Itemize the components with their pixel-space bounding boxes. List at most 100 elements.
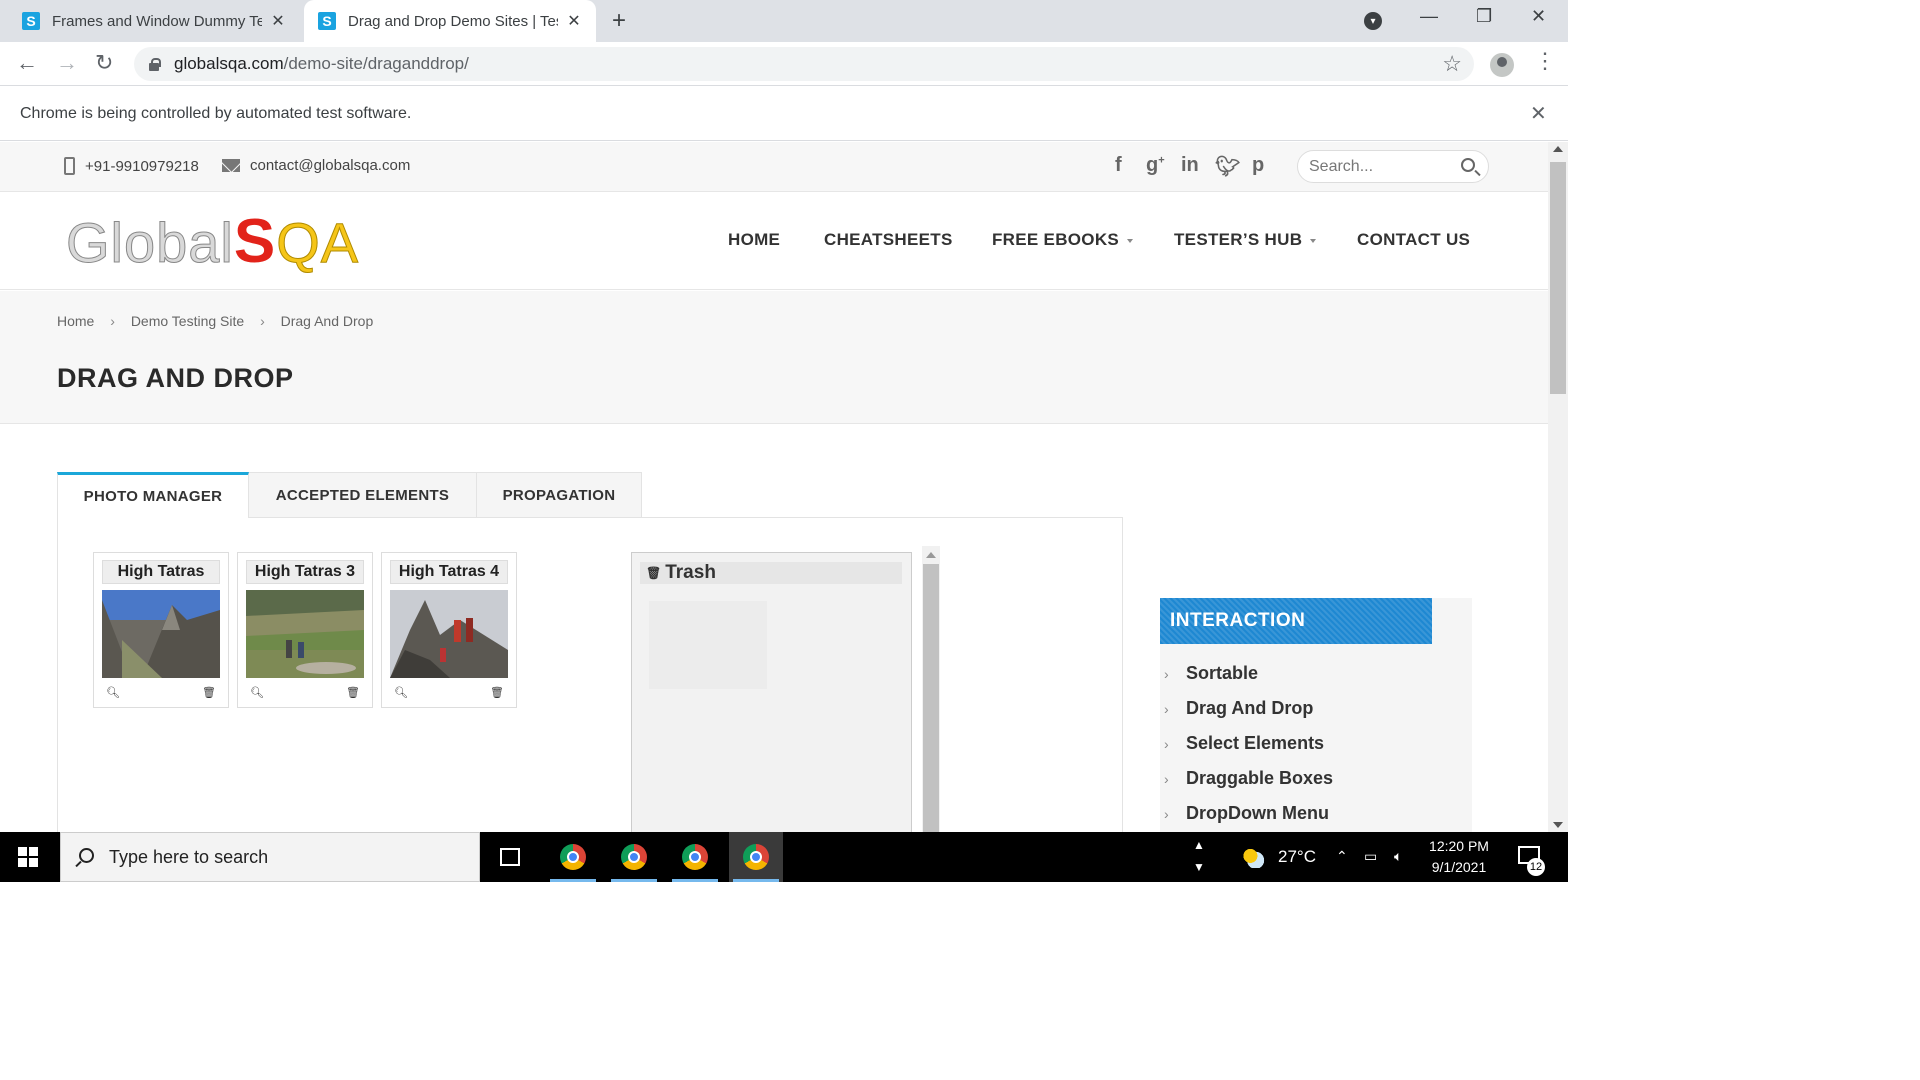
nav-free-ebooks-label: FREE EBOOKS [992, 230, 1120, 249]
address-bar[interactable]: globalsqa.com /demo-site/draganddrop/ ☆ [134, 47, 1474, 81]
tab-accepted-elements[interactable]: ACCEPTED ELEMENTS [248, 472, 477, 517]
back-arrow-icon[interactable]: ← [16, 50, 38, 76]
phone-number: +91-9910979218 [85, 157, 199, 175]
widget-item-select-elements[interactable]: › Select Elements [1160, 726, 1333, 761]
tab-close-icon[interactable]: ✕ [566, 11, 582, 31]
widget-item-sortable[interactable]: › Sortable [1160, 656, 1333, 691]
nav-cheatsheets[interactable]: CHEATSHEETS [824, 230, 953, 250]
running-indicator [611, 879, 657, 882]
zoom-icon[interactable]: 🔍︎ [250, 686, 264, 699]
zoom-icon[interactable]: 🔍︎ [106, 686, 120, 699]
tab-title: Frames and Window Dummy Testing Site [52, 12, 262, 30]
task-view-icon[interactable] [500, 848, 520, 866]
taskbar-search-box[interactable]: Type here to search [60, 832, 480, 882]
notification-count-badge: 12 [1527, 858, 1545, 876]
tray-scroll-icon[interactable]: ▲ ▼ [1193, 834, 1205, 878]
email-address[interactable]: contact@globalsqa.com [250, 157, 410, 174]
facebook-icon[interactable]: f [1115, 154, 1122, 177]
contact-topbar: +91-9910979218 contact@globalsqa.com f g… [0, 142, 1548, 192]
menu-kebab-icon[interactable]: ⋮ [1534, 48, 1556, 74]
site-header: GlobalSQA HOME CHEATSHEETS FREE EBOOKS T… [0, 192, 1548, 290]
widget-item-label[interactable]: Select Elements [1186, 733, 1324, 754]
tray-chevron-up-icon[interactable]: ⌃ [1336, 848, 1348, 865]
widget-item-label[interactable]: Draggable Boxes [1186, 768, 1333, 789]
widget-item-label[interactable]: Drag And Drop [1186, 698, 1313, 719]
site-search-input[interactable] [1307, 157, 1457, 177]
gallery-item[interactable]: High Tatras 3 🔍︎ 🗑︎ [237, 552, 373, 708]
weather-widget[interactable]: 27°C [1240, 832, 1316, 882]
browser-tab-draganddrop[interactable]: S Drag and Drop Demo Sites | Testing ✕ [304, 0, 596, 42]
gallery-item-title: High Tatras 4 [390, 560, 508, 584]
email-contact[interactable]: contact@globalsqa.com [222, 157, 410, 174]
page-scrollbar[interactable] [1548, 142, 1568, 832]
gallery-photo[interactable] [246, 590, 364, 678]
profile-avatar-icon[interactable] [1490, 53, 1514, 77]
site-favicon-icon: S [318, 12, 336, 30]
breadcrumb-separator: › [260, 313, 265, 329]
nav-testers-hub[interactable]: TESTER’S HUB [1174, 230, 1317, 250]
system-clock[interactable]: 12:20 PM 9/1/2021 [1424, 836, 1494, 878]
running-indicator [550, 879, 596, 882]
tab-photo-manager[interactable]: PHOTO MANAGER [57, 472, 249, 518]
clock-time: 12:20 PM [1429, 838, 1489, 854]
twitter-icon[interactable]: 🐦︎ [1215, 154, 1240, 179]
widget-item-label[interactable]: Sortable [1186, 663, 1258, 684]
zoom-icon[interactable]: 🔍︎ [394, 686, 408, 699]
tab-close-icon[interactable]: ✕ [270, 11, 286, 31]
logo-text-qa: QA [276, 211, 360, 274]
trash-drop-zone[interactable]: 🗑︎ Trash [631, 552, 912, 832]
widget-item-dropdown-menu[interactable]: › DropDown Menu [1160, 796, 1333, 831]
pinterest-icon[interactable]: p [1252, 154, 1264, 177]
volume-icon[interactable]: 🔈︎ [1394, 848, 1402, 865]
close-window-icon[interactable]: ✕ [1531, 6, 1546, 27]
scroll-up-arrow-icon[interactable] [926, 552, 936, 558]
demo-tabs: PHOTO MANAGER ACCEPTED ELEMENTS PROPAGAT… [57, 472, 1123, 832]
scrollbar-thumb[interactable] [923, 564, 939, 832]
linkedin-icon[interactable]: in [1181, 154, 1199, 177]
taskbar-chrome-window[interactable] [546, 832, 600, 882]
trash-icon[interactable]: 🗑︎ [346, 686, 360, 699]
new-tab-plus-icon[interactable]: + [612, 7, 626, 35]
breadcrumb-demo-testing-site[interactable]: Demo Testing Site [131, 313, 244, 329]
tab-search-chevron-icon[interactable]: ▾ [1364, 12, 1382, 30]
nav-free-ebooks[interactable]: FREE EBOOKS [992, 230, 1134, 250]
gallery-photo[interactable] [390, 590, 508, 678]
google-plus-icon[interactable]: g+ [1146, 154, 1165, 177]
windows-start-icon[interactable] [18, 847, 38, 867]
bookmark-star-icon[interactable]: ☆ [1442, 51, 1462, 77]
browser-tab-strip: S Frames and Window Dummy Testing Site ✕… [0, 0, 1568, 42]
chrome-icon [682, 844, 708, 870]
trash-icon[interactable]: 🗑︎ [490, 686, 504, 699]
trash-title: Trash [665, 562, 716, 583]
infobar-close-icon[interactable]: ✕ [1530, 101, 1547, 126]
taskbar-chrome-window[interactable] [607, 832, 661, 882]
tab-propagation[interactable]: PROPAGATION [476, 472, 642, 517]
reload-icon[interactable]: ↻ [95, 50, 113, 76]
scrollbar-thumb[interactable] [1550, 162, 1566, 394]
gallery-photo[interactable] [102, 590, 220, 678]
scroll-up-arrow-icon[interactable] [1553, 146, 1563, 152]
restore-icon[interactable]: ❐ [1476, 6, 1492, 27]
browser-tab-frames[interactable]: S Frames and Window Dummy Testing Site ✕ [8, 0, 300, 42]
globalsqa-logo[interactable]: GlobalSQA [66, 211, 360, 274]
frame-scrollbar[interactable] [922, 546, 940, 832]
trash-icon[interactable]: 🗑︎ [202, 686, 216, 699]
widget-item-draggable-boxes[interactable]: › Draggable Boxes [1160, 761, 1333, 796]
taskbar-chrome-window[interactable] [729, 832, 783, 882]
lock-icon [148, 58, 161, 71]
breadcrumb-home[interactable]: Home [57, 313, 94, 329]
taskbar-chrome-window[interactable] [668, 832, 722, 882]
minimize-icon[interactable]: — [1420, 6, 1438, 27]
gallery-item[interactable]: High Tatras 🔍︎ 🗑︎ [93, 552, 229, 708]
widget-item-label[interactable]: DropDown Menu [1186, 803, 1329, 824]
scroll-down-arrow-icon[interactable] [1553, 822, 1563, 828]
battery-icon[interactable]: ▭ [1364, 848, 1377, 865]
forward-arrow-icon[interactable]: → [56, 50, 78, 76]
nav-contact-us[interactable]: CONTACT US [1357, 230, 1470, 250]
running-indicator [672, 879, 718, 882]
nav-home[interactable]: HOME [728, 230, 780, 250]
search-icon[interactable] [1461, 158, 1475, 172]
gallery-item[interactable]: High Tatras 4 🔍︎ 🗑︎ [381, 552, 517, 708]
search-icon [79, 848, 94, 863]
widget-item-drag-and-drop[interactable]: › Drag And Drop [1160, 691, 1333, 726]
